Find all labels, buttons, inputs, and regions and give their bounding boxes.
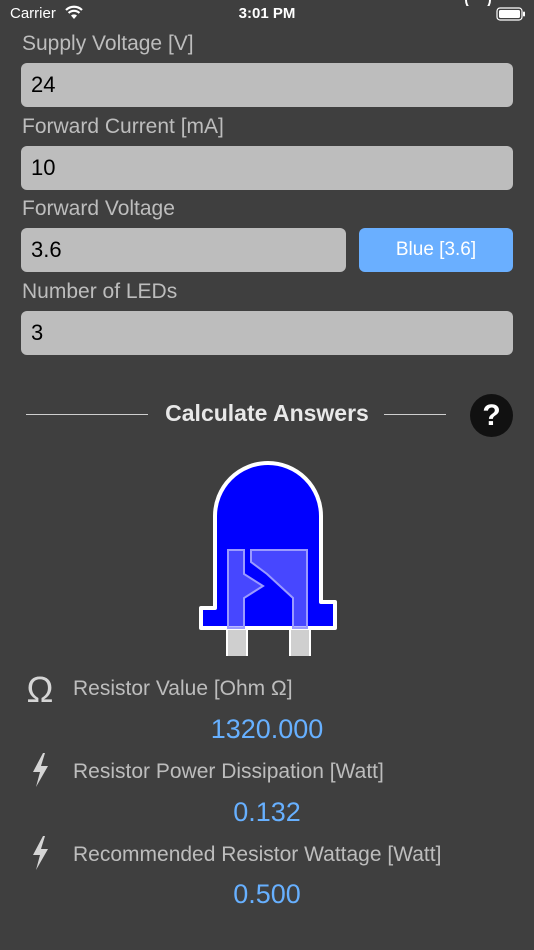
led-illustration <box>199 461 337 656</box>
number-of-leds-field[interactable]: 3 <box>21 311 513 355</box>
calculate-answers-title[interactable]: Calculate Answers <box>0 400 534 427</box>
resistor-value-label: Resistor Value [Ohm Ω] <box>73 677 293 700</box>
forward-current-label: Forward Current [mA] <box>22 115 224 138</box>
recommended-wattage-value: 0.500 <box>233 879 301 909</box>
number-of-leds-label: Number of LEDs <box>22 280 178 303</box>
led-bulb-icon <box>199 461 337 656</box>
ohm-icon: Ω <box>26 669 54 710</box>
supply-voltage-label: Supply Voltage [V] <box>22 32 194 55</box>
clock: 3:01 PM <box>238 5 296 22</box>
forward-current-field[interactable]: 10 <box>21 146 513 190</box>
power-dissipation-value: 0.132 <box>233 797 301 827</box>
supply-voltage-field[interactable]: 24 <box>21 63 513 107</box>
divider-right <box>384 414 446 415</box>
status-bar: Carrier 3:01 PM <box>0 0 534 28</box>
battery-icon <box>496 7 526 26</box>
resistor-value: 1320.000 <box>210 714 324 744</box>
led-color-button[interactable]: Blue [3.6] <box>359 228 513 272</box>
partial-icon <box>465 0 491 6</box>
lightning-icon <box>22 836 58 875</box>
lightning-icon <box>22 753 58 792</box>
power-dissipation-label: Resistor Power Dissipation [Watt] <box>73 760 384 783</box>
forward-voltage-label: Forward Voltage <box>22 197 175 220</box>
help-button[interactable]: ? <box>470 394 513 437</box>
forward-voltage-field[interactable]: 3.6 <box>21 228 346 272</box>
led-body <box>199 461 337 630</box>
recommended-wattage-label: Recommended Resistor Wattage [Watt] <box>73 843 442 866</box>
